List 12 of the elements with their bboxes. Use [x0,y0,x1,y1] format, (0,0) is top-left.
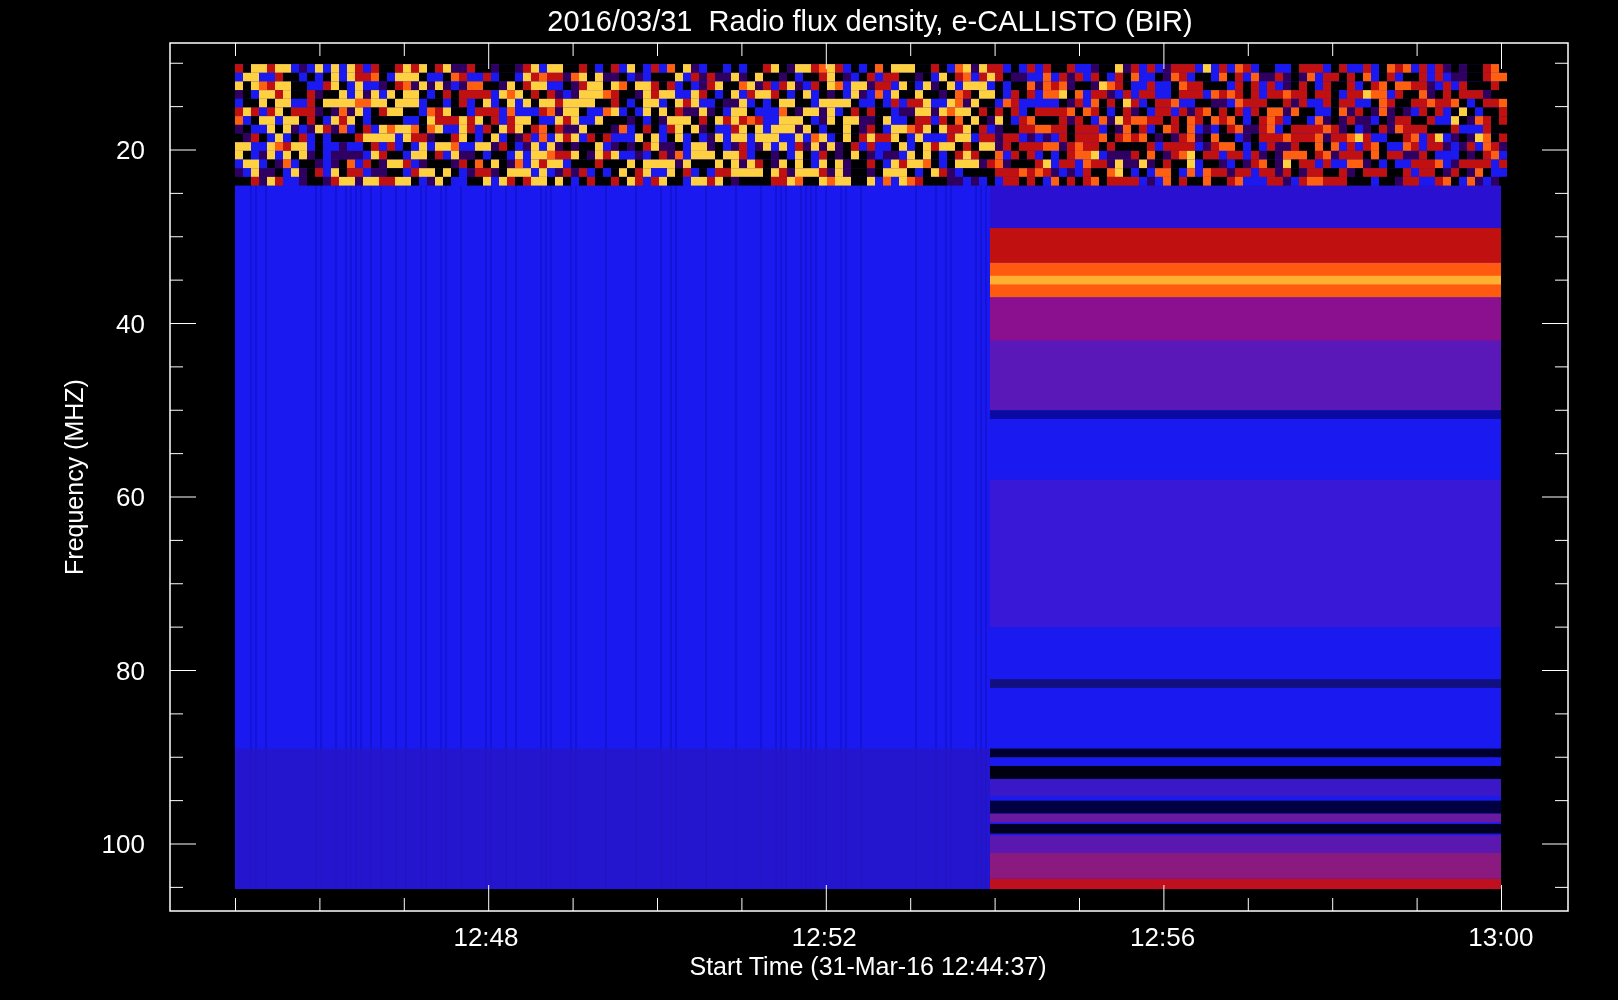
y-tick-label: 20 [116,135,145,165]
y-tick-label: 100 [101,829,145,859]
x-tick-label: 12:48 [453,922,519,952]
y-tick-label: 60 [116,482,145,512]
x-tick-label: 12:52 [791,922,857,952]
x-axis-label: Start Time (31-Mar-16 12:44:37) [689,952,1047,980]
chart-title: 2016/03/31 Radio flux density, e-CALLISTO (BIR) [547,5,1193,37]
x-tick-label: 13:00 [1468,922,1534,952]
y-axis-label: Frequency (MHZ) [60,379,88,575]
y-tick-label: 80 [116,655,145,686]
y-tick-label: 40 [116,308,145,339]
x-tick-label: 12:56 [1130,922,1196,952]
